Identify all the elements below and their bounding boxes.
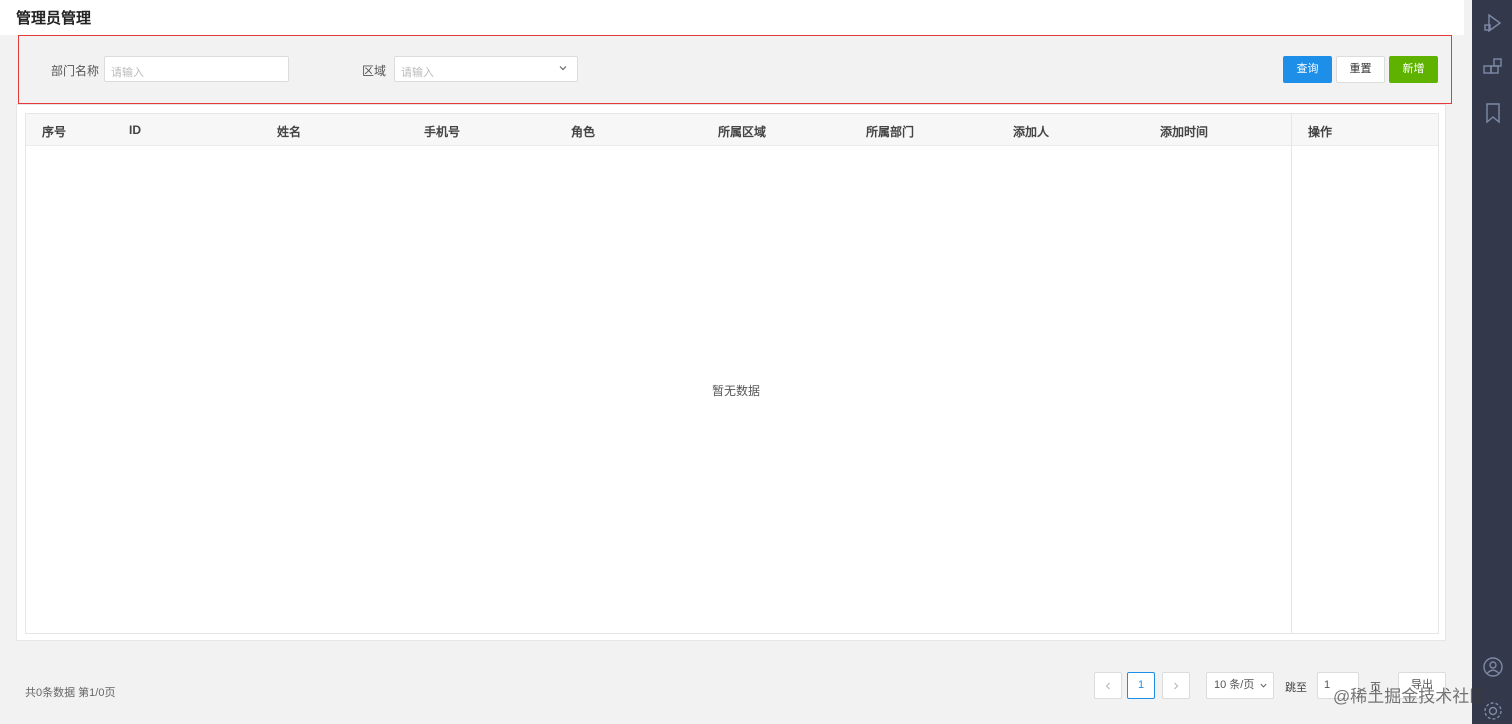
column-header-actions: 操作 — [1308, 125, 1333, 139]
pagination-summary: 共0条数据 第1/0页 — [25, 687, 116, 699]
page-size-value: 10 条/页 — [1214, 679, 1255, 691]
dept-name-placeholder: 请输入 — [111, 67, 144, 79]
column-header-added-time: 添加时间 — [1160, 125, 1209, 139]
chevron-down-icon — [559, 66, 567, 71]
dept-name-input[interactable]: 请输入 — [104, 56, 289, 82]
region-label: 区域 — [362, 64, 387, 78]
play-shape-icon[interactable] — [1482, 12, 1504, 34]
watermark-text: @稀土掘金技术社区 — [1333, 687, 1487, 706]
top-bar: 管理员管理 — [0, 0, 1464, 35]
page-number-current[interactable]: 1 — [1127, 672, 1155, 699]
column-header-phone: 手机号 — [424, 125, 461, 139]
column-header-role: 角色 — [571, 125, 596, 139]
empty-state-text: 暂无数据 — [712, 384, 761, 398]
column-header-department: 所属部门 — [866, 125, 915, 139]
add-button[interactable]: 新增 — [1389, 56, 1438, 83]
data-table: 序号 ID 姓名 手机号 角色 所属区域 所属部门 添加人 添加时间 操作 暂无… — [25, 113, 1439, 634]
dept-name-label: 部门名称 — [51, 64, 100, 78]
bookmark-icon[interactable] — [1482, 102, 1504, 124]
region-select[interactable]: 请输入 — [394, 56, 578, 82]
user-icon[interactable] — [1482, 656, 1504, 678]
column-header-added-by: 添加人 — [1013, 125, 1050, 139]
action-header-cell: 操作 — [1292, 114, 1438, 146]
chevron-right-icon — [1174, 682, 1179, 690]
column-header-region: 所属区域 — [718, 125, 767, 139]
page-title: 管理员管理 — [16, 10, 92, 27]
region-placeholder: 请输入 — [401, 67, 434, 79]
table-card: 序号 ID 姓名 手机号 角色 所属区域 所属部门 添加人 添加时间 操作 暂无… — [16, 104, 1446, 641]
table-header: 序号 ID 姓名 手机号 角色 所属区域 所属部门 添加人 添加时间 — [26, 114, 1438, 146]
fixed-action-column: 操作 — [1291, 114, 1438, 633]
right-side-rail — [1472, 0, 1512, 724]
reset-button[interactable]: 重置 — [1336, 56, 1385, 83]
chevron-left-icon — [1105, 682, 1110, 690]
prev-page-button[interactable] — [1094, 672, 1122, 699]
column-header-index: 序号 — [42, 125, 67, 139]
page-size-select[interactable]: 10 条/页 — [1206, 672, 1274, 699]
column-header-id: ID — [129, 123, 141, 137]
query-button[interactable]: 查询 — [1283, 56, 1332, 83]
chevron-down-icon — [1260, 683, 1267, 688]
filter-panel: 部门名称 请输入 区域 请输入 查询 重置 新增 — [18, 35, 1452, 104]
column-header-name: 姓名 — [277, 125, 302, 139]
blocks-icon[interactable] — [1482, 57, 1504, 79]
next-page-button[interactable] — [1162, 672, 1190, 699]
goto-label: 跳至 — [1285, 682, 1307, 694]
